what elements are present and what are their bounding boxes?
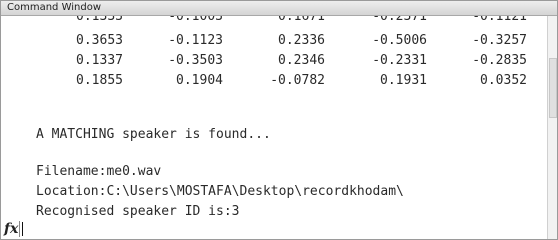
matrix-cell: -0.1123 (168, 33, 223, 48)
matrix-cell: 0.3653 (76, 33, 123, 48)
scrollbar-thumb[interactable] (549, 58, 557, 118)
matrix-cell: 0.2336 (278, 33, 325, 48)
matrix-cell: -0.3257 (472, 33, 527, 48)
filename-line: Filename:me0.wav (36, 164, 162, 179)
vertical-scrollbar[interactable] (547, 16, 557, 239)
matrix-cell: 0.1337 (76, 53, 123, 68)
matrix-cell: 0.0352 (480, 73, 527, 88)
matrix-cell: -0.0782 (270, 73, 325, 88)
match-message: A MATCHING speaker is found... (36, 127, 271, 142)
prompt-separator (19, 221, 20, 237)
title-bar[interactable]: Command Window (1, 1, 557, 16)
command-window: Command Window 0.1333 -0.1003 0.1671 -0.… (0, 0, 558, 240)
matrix-cell: -0.2331 (372, 53, 427, 68)
matrix-cell: -0.1121 (472, 16, 527, 24)
command-input[interactable] (22, 221, 522, 237)
matrix-cell: 0.1671 (278, 16, 325, 24)
matrix-cell: 0.2346 (278, 53, 325, 68)
command-prompt-row[interactable]: fx (1, 219, 546, 239)
matrix-cell: 0.1855 (76, 73, 123, 88)
matrix-cell: -0.2835 (472, 53, 527, 68)
matrix-row: 0.3653 -0.1123 0.2336 -0.5006 -0.3257 (1, 31, 546, 51)
matrix-cell: -0.5006 (372, 33, 427, 48)
matrix-cell: 0.1904 (176, 73, 223, 88)
matrix-row: 0.1337 -0.3503 0.2346 -0.2331 -0.2835 (1, 51, 546, 71)
matrix-row: 0.1855 0.1904 -0.0782 0.1931 0.0352 (1, 71, 546, 91)
window-title: Command Window (7, 2, 102, 13)
matrix-cell: 0.1333 (76, 16, 123, 24)
matrix-cell: -0.2371 (372, 16, 427, 24)
text-cursor (22, 222, 23, 236)
location-line: Location:C:\Users\MOSTAFA\Desktop\record… (36, 184, 404, 199)
matrix-cell: -0.3503 (168, 53, 223, 68)
matrix-cell: 0.1931 (380, 73, 427, 88)
matrix-cell: -0.1003 (168, 16, 223, 24)
console-output[interactable]: 0.1333 -0.1003 0.1671 -0.2371 -0.1121 0.… (1, 16, 546, 239)
function-browser-icon[interactable]: fx (4, 220, 18, 238)
